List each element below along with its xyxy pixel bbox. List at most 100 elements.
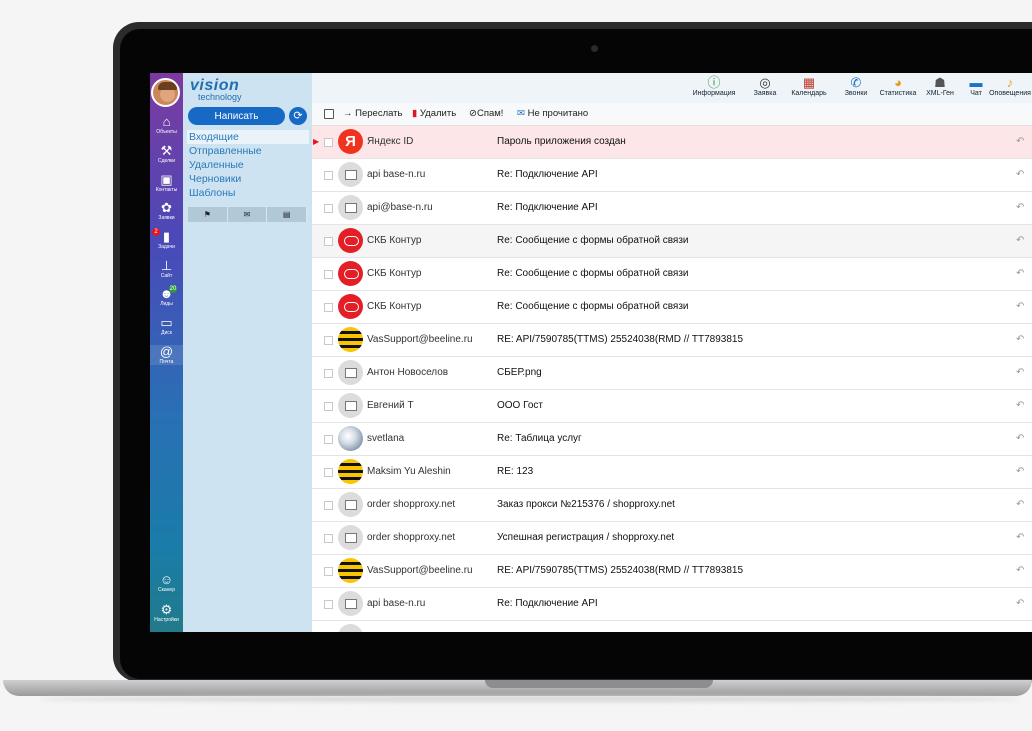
flag-icon[interactable]: ▶ — [313, 137, 319, 146]
reply-icon[interactable]: ↶ — [1016, 532, 1024, 543]
top-menu-phone[interactable]: ✆ Звонки — [833, 75, 879, 97]
sender-avatar — [338, 162, 363, 187]
reply-icon[interactable]: ↶ — [1016, 565, 1024, 576]
table-row[interactable]: СКБ Контур Re: Сообщение с формы обратной… — [312, 258, 1032, 291]
top-menu-pie-chart[interactable]: ◕ Статистика — [875, 75, 921, 97]
reply-icon[interactable]: ↶ — [1016, 301, 1024, 312]
row-checkbox[interactable] — [324, 534, 333, 543]
folder-item[interactable]: Входящие — [187, 130, 309, 144]
sender-name: Евгений Т — [367, 400, 414, 411]
reply-icon[interactable]: ↶ — [1016, 466, 1024, 477]
sender-name: api@base-n.ru — [367, 202, 433, 213]
sidebar-item-9[interactable]: @ Почта — [150, 345, 183, 365]
sidebar-item-2[interactable]: ⚒ Сделки — [150, 144, 183, 165]
sender-name: api base-n.ru — [367, 169, 426, 180]
unread-button[interactable]: ✉ Не прочитано — [517, 108, 588, 119]
row-checkbox[interactable] — [324, 435, 333, 444]
forward-button[interactable]: → Переслать — [343, 108, 403, 119]
table-row[interactable]: order shopproxy.net Успешная регистрация … — [312, 522, 1032, 555]
envelope-icon[interactable]: ✉ — [228, 207, 268, 222]
requests-icon: ✿ — [161, 200, 172, 215]
top-menu-info[interactable]: ⓘ Информация — [691, 75, 737, 97]
folder-item[interactable]: Отправленные — [187, 144, 309, 158]
email-subject: RE: API/7590785(TTMS) 25524038(RMD // TT… — [497, 565, 744, 576]
row-checkbox[interactable] — [324, 567, 333, 576]
table-row[interactable]: api base-n.ru Re: Подключение API ↶ — [312, 159, 1032, 192]
table-row[interactable]: СКБ Контур Re: Сообщение с формы обратной… — [312, 225, 1032, 258]
reply-icon[interactable]: ↶ — [1016, 499, 1024, 510]
reply-icon[interactable]: ↶ — [1016, 136, 1024, 147]
email-subject: RE: 123 — [497, 466, 534, 477]
top-menu-support[interactable]: ◎ Заявка — [742, 75, 788, 97]
row-checkbox[interactable] — [324, 171, 333, 180]
row-checkbox[interactable] — [324, 369, 333, 378]
row-checkbox[interactable] — [324, 204, 333, 213]
logo[interactable]: vision technology — [188, 77, 278, 102]
sidebar-item-6[interactable]: ⊥ Сайт — [150, 259, 183, 280]
avatar[interactable] — [151, 78, 180, 107]
table-row[interactable]: VasSupport@beeline.ru RE: API/7590785(TTM… — [312, 324, 1032, 357]
top-menu-house[interactable]: ⌂На сайт — [1025, 75, 1032, 97]
table-row[interactable]: svetlana Re: Таблица услуг ↶ — [312, 423, 1032, 456]
sidebar-item-label: Задачи — [158, 244, 175, 250]
reply-icon[interactable]: ↶ — [1016, 202, 1024, 213]
select-all-checkbox[interactable] — [324, 109, 334, 122]
sidebar-item-8[interactable]: ▭ Диск — [150, 316, 183, 337]
top-menu-calendar[interactable]: ▦ Календарь — [786, 75, 832, 97]
reply-icon[interactable]: ↶ — [1016, 334, 1024, 345]
row-checkbox[interactable] — [324, 336, 333, 345]
reply-icon[interactable]: ↶ — [1016, 268, 1024, 279]
table-row[interactable]: Антон Новоселов СБЕР.png ↶ — [312, 357, 1032, 390]
sidebar-item-label: Сделки — [157, 158, 176, 164]
briefcase-icon[interactable]: ▤ — [267, 207, 308, 222]
sender-name: order shopproxy.net — [367, 532, 456, 543]
sender-avatar — [338, 360, 363, 385]
sidebar-item-5[interactable]: ▮ Задачи 2 — [150, 228, 183, 250]
sidebar-item-7[interactable]: ☻ Лиды 20 — [150, 285, 183, 307]
logo-sub: technology — [198, 92, 242, 102]
row-checkbox[interactable] — [324, 600, 333, 609]
sidebar-item-3[interactable]: ▣ Контакты — [150, 173, 183, 194]
folder-item[interactable]: Шаблоны — [187, 186, 309, 200]
sidebar-item-1[interactable]: ⌂ Объекты — [150, 115, 183, 136]
delete-button[interactable]: ▮ Удалить — [412, 108, 456, 119]
table-row[interactable]: Maksim Yu Aleshin RE: 123 ↶ — [312, 456, 1032, 489]
refresh-icon[interactable]: ⟳ — [289, 107, 307, 125]
row-checkbox[interactable] — [324, 237, 333, 246]
table-row[interactable]: Евгений Т ООО Гост ↶ — [312, 390, 1032, 423]
sidebar-bottom-item-2[interactable]: ⚙ Настройки — [150, 603, 183, 624]
reply-icon[interactable]: ↶ — [1016, 631, 1024, 632]
compose-button[interactable]: Написать — [188, 107, 285, 125]
table-row[interactable]: VasSupport@beeline.ru RE: API/7590785(TTM… — [312, 555, 1032, 588]
sidebar-bottom-item-1[interactable]: ☺ Сканер — [150, 573, 183, 594]
reply-icon[interactable]: ↶ — [1016, 235, 1024, 246]
row-checkbox[interactable] — [324, 303, 333, 312]
table-row[interactable]: api base-n.ru Re: Подключение API ↶ — [312, 588, 1032, 621]
flag-icon[interactable]: ⚑ — [188, 207, 228, 222]
row-checkbox[interactable] — [324, 270, 333, 279]
folder-item[interactable]: Черновики — [187, 172, 309, 186]
row-checkbox[interactable] — [324, 501, 333, 510]
row-checkbox[interactable] — [324, 138, 333, 147]
top-menu-label: XML-Ген — [926, 90, 954, 97]
spam-button[interactable]: ⊘Спам! — [469, 108, 503, 119]
email-subject: Заказ прокси №215376 / shopproxy.net — [497, 499, 675, 510]
row-checkbox[interactable] — [324, 468, 333, 477]
reply-icon[interactable]: ↶ — [1016, 598, 1024, 609]
email-subject: Re: Сообщение с формы обратной связи — [497, 268, 689, 279]
table-row[interactable]: ▶ Я Яндекс ID Пароль приложения создан ↶ — [312, 126, 1032, 159]
folder-item[interactable]: Удаленные — [187, 158, 309, 172]
table-row[interactable]: СКБ Контур Re: Сообщение с формы обратной… — [312, 291, 1032, 324]
sender-avatar — [338, 228, 363, 253]
reply-icon[interactable]: ↶ — [1016, 400, 1024, 411]
reply-icon[interactable]: ↶ — [1016, 169, 1024, 180]
table-row[interactable]: api@base-n.ru Re: Подключение API ↶ — [312, 192, 1032, 225]
sender-name: svetlana — [367, 433, 405, 444]
table-row[interactable]: Росреестр ИАС "База N" Re: Подключение AP… — [312, 621, 1032, 632]
sidebar-item-4[interactable]: ✿ Заявки — [150, 200, 183, 222]
reply-icon[interactable]: ↶ — [1016, 367, 1024, 378]
reply-icon[interactable]: ↶ — [1016, 433, 1024, 444]
row-checkbox[interactable] — [324, 402, 333, 411]
sidebar-item-label: Настройки — [154, 617, 179, 623]
table-row[interactable]: order shopproxy.net Заказ прокси №215376 … — [312, 489, 1032, 522]
